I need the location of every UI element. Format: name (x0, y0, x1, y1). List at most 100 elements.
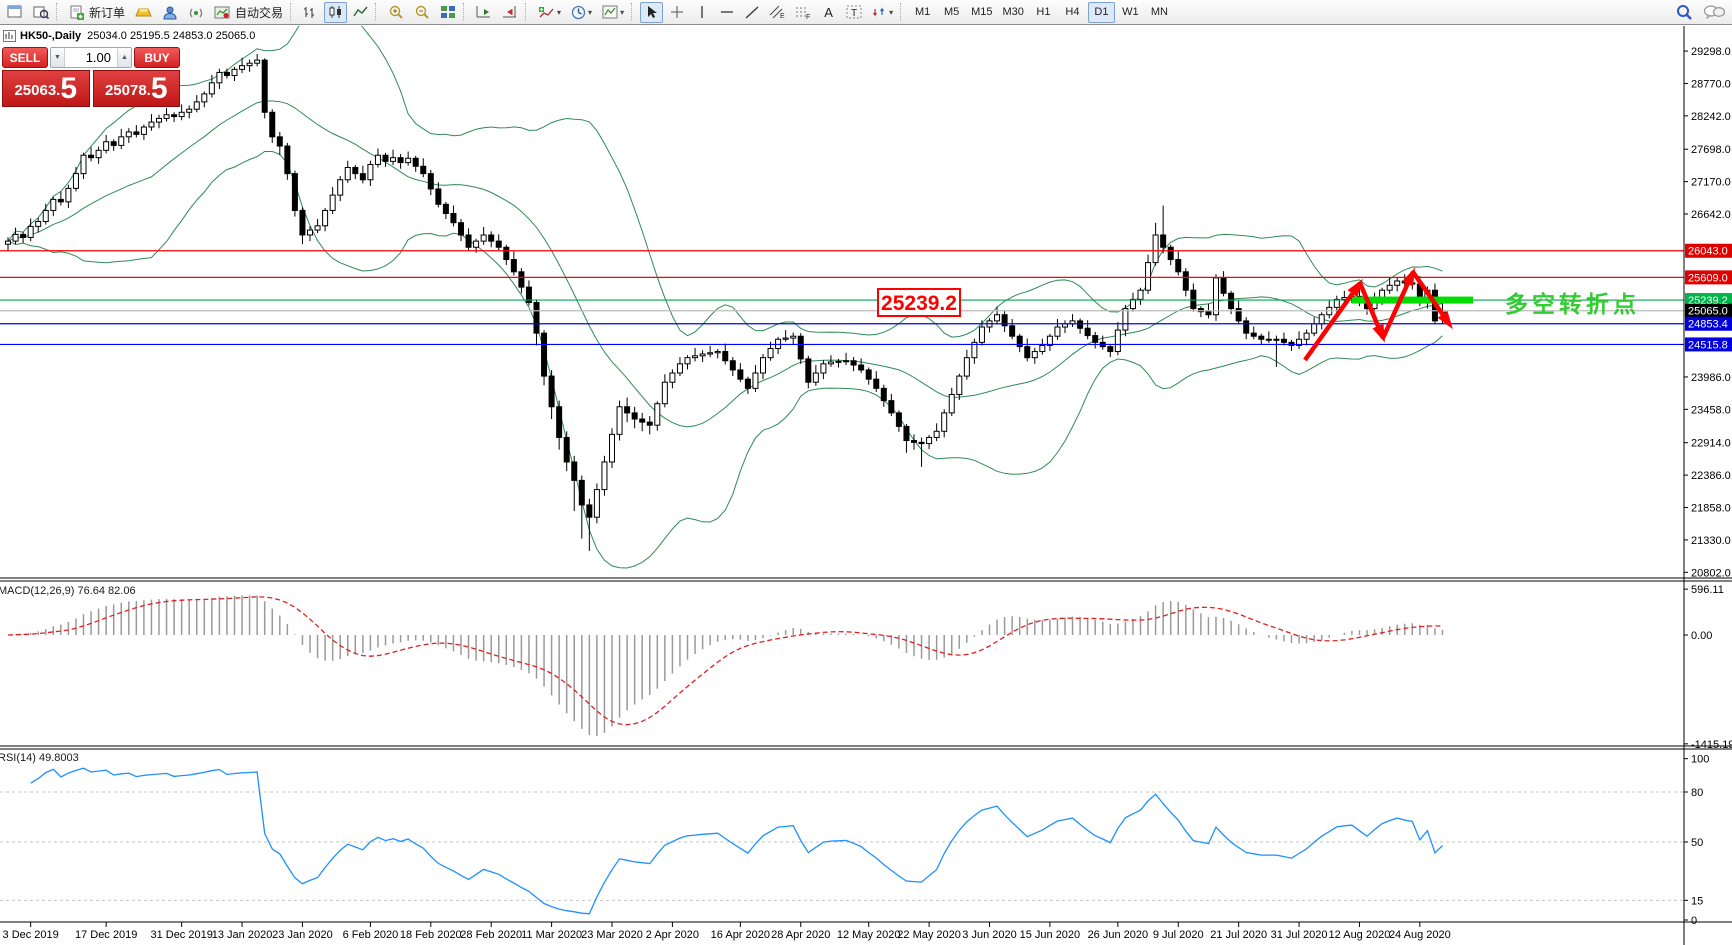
candle-bear (1190, 289, 1197, 310)
candle-bear (1107, 346, 1114, 353)
autotrading-button[interactable]: 自动交易 (210, 2, 287, 23)
volume-decrease-button[interactable]: ▼ (51, 48, 65, 67)
date-label[interactable]: 24 Aug 2020 (1389, 929, 1451, 941)
timeframe-m5[interactable]: M5 (938, 2, 965, 23)
level-price-badge-text[interactable]: 25609.0 (1688, 272, 1728, 284)
level-price-badge-text[interactable]: 24515.8 (1688, 339, 1728, 351)
buy-button[interactable]: BUY (134, 47, 180, 68)
candle-bull (835, 360, 842, 363)
date-label[interactable]: 31 Dec 2019 (150, 929, 212, 941)
date-label[interactable]: 12 Aug 2020 (1329, 929, 1391, 941)
chart-profile-button[interactable] (29, 2, 53, 23)
crosshair-tool-button[interactable] (665, 2, 688, 23)
chart-canvas[interactable]: 25239.2 多空转折点 MACD(12,26,9) 76.64 82.06 596… (0, 0, 1732, 945)
chat-button[interactable] (1699, 2, 1729, 23)
turning-point-note[interactable]: 多空转折点 (1505, 291, 1640, 317)
date-label[interactable]: 2 Apr 2020 (646, 929, 699, 941)
periods-button[interactable]: ▾ (567, 2, 596, 23)
date-label[interactable]: 28 Apr 2020 (771, 929, 830, 941)
search-button[interactable] (1671, 2, 1697, 23)
timeframe-d1[interactable]: D1 (1087, 1, 1115, 23)
candle-bull (812, 372, 819, 383)
market-watch-button[interactable] (158, 2, 182, 23)
timeframe-m30[interactable]: M30 (999, 2, 1028, 23)
zoom-in-button[interactable] (384, 2, 408, 23)
date-label[interactable]: 12 May 2020 (837, 929, 901, 941)
date-label[interactable]: 26 Jun 2020 (1088, 929, 1149, 941)
date-label[interactable]: 16 Apr 2020 (711, 929, 770, 941)
indicators-button[interactable]: ▾ (534, 2, 565, 23)
candle-bull (1265, 338, 1272, 341)
candle-bull (193, 101, 200, 110)
candle-bear (352, 166, 359, 175)
candle-bear (563, 436, 570, 463)
auto-scroll-button[interactable] (472, 2, 496, 23)
volume-increase-button[interactable]: ▲ (117, 48, 131, 67)
zoom-out-button[interactable] (410, 2, 434, 23)
price-flag-text[interactable]: 25239.2 (881, 292, 957, 315)
candle-bull (714, 351, 721, 354)
timeframe-h1[interactable]: H1 (1030, 2, 1057, 23)
date-label[interactable]: 11 Mar 2020 (521, 929, 582, 941)
timeframe-w1[interactable]: W1 (1117, 2, 1144, 23)
candle-bear (805, 358, 812, 383)
signals-button[interactable] (184, 2, 208, 23)
candles-group (5, 54, 1446, 551)
candle-bull (790, 335, 797, 339)
candle-bear (1280, 338, 1287, 343)
candle-bull (669, 372, 676, 383)
candlestick-chart-button[interactable] (324, 1, 348, 23)
date-label[interactable]: 21 Jul 2020 (1210, 929, 1267, 941)
buy-price-panel[interactable]: 25078. 5 (92, 70, 180, 107)
timeframe-h4[interactable]: H4 (1059, 2, 1086, 23)
metaeditor-button[interactable] (131, 2, 156, 23)
candle-bull (254, 59, 261, 64)
horizontal-line-tool-button[interactable] (715, 2, 738, 23)
candle-bear (435, 188, 442, 205)
date-label[interactable]: 13 Jan 2020 (212, 929, 273, 941)
date-label[interactable]: 9 Jul 2020 (1153, 929, 1204, 941)
timeframe-m1[interactable]: M1 (909, 2, 936, 23)
text-tool-button[interactable]: A (817, 2, 840, 23)
fibonacci-tool-button[interactable]: F (791, 2, 815, 23)
line-chart-button[interactable] (349, 2, 372, 23)
bar-chart-button[interactable] (299, 2, 322, 23)
date-label[interactable]: 28 Feb 2020 (460, 929, 522, 941)
level-price-badge-text[interactable]: 25065.0 (1688, 306, 1728, 318)
sell-button[interactable]: SELL (2, 47, 48, 68)
new-window-button[interactable] (3, 2, 27, 23)
date-label[interactable]: 22 May 2020 (897, 929, 961, 941)
date-label[interactable]: 15 Jun 2020 (1020, 929, 1081, 941)
volume-input[interactable]: 1.00 (65, 48, 117, 67)
date-label[interactable]: 23 Mar 2020 (581, 929, 643, 941)
level-price-badge-text[interactable]: 24853.4 (1688, 319, 1728, 331)
candle-bull (201, 93, 208, 103)
date-label[interactable]: 17 Dec 2019 (75, 929, 137, 941)
cursor-tool-button[interactable] (640, 1, 664, 23)
candle-bear (873, 378, 880, 389)
date-label[interactable]: 31 Jul 2020 (1271, 929, 1328, 941)
candle-bull (72, 173, 79, 189)
templates-button[interactable]: ▾ (598, 2, 628, 23)
candle-bull (405, 157, 412, 164)
date-label[interactable]: 18 Feb 2020 (400, 929, 462, 941)
vertical-line-tool-button[interactable] (690, 2, 713, 23)
date-label[interactable]: 6 Feb 2020 (343, 929, 399, 941)
tile-windows-button[interactable] (436, 2, 460, 23)
level-price-badge-text[interactable]: 26043.0 (1688, 246, 1728, 258)
date-label[interactable]: 23 Jan 2020 (272, 929, 333, 941)
timeframe-mn[interactable]: MN (1146, 2, 1173, 23)
arrows-tool-button[interactable]: ▾ (868, 2, 897, 23)
channel-tool-button[interactable]: E (765, 2, 789, 23)
new-order-button[interactable]: 新订单 (65, 2, 129, 23)
chart-shift-button[interactable] (498, 2, 522, 23)
timeframe-m15[interactable]: M15 (967, 2, 996, 23)
text-label-tool-button[interactable]: T (842, 2, 866, 23)
svg-text:T: T (851, 8, 857, 19)
trendline-tool-button[interactable] (740, 2, 763, 23)
sell-price-panel[interactable]: 25063. 5 (2, 70, 90, 107)
candle-bull (1213, 277, 1219, 316)
candle-bull (926, 436, 933, 445)
date-label[interactable]: 3 Jun 2020 (962, 929, 1016, 941)
date-label[interactable]: 3 Dec 2019 (3, 929, 59, 941)
